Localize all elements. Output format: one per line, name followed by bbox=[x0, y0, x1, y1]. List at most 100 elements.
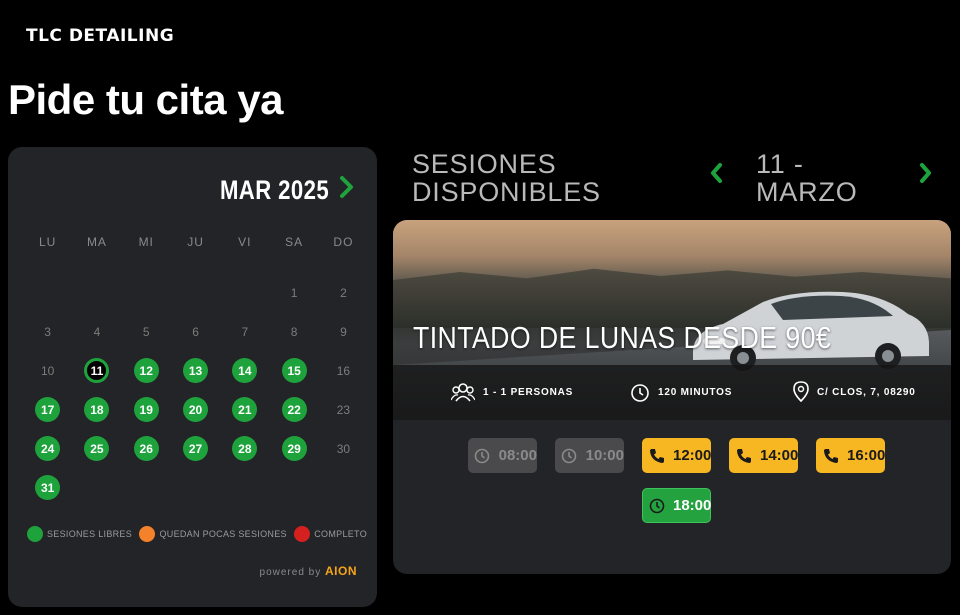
calendar-day[interactable]: 20 bbox=[171, 390, 220, 429]
time-slot-button[interactable]: 18:00 bbox=[642, 488, 711, 523]
calendar-day[interactable]: 15 bbox=[269, 351, 318, 390]
chevron-left-icon[interactable] bbox=[710, 162, 724, 190]
weekday-label: LU bbox=[38, 235, 57, 249]
clock-icon bbox=[649, 497, 665, 515]
calendar-day-number[interactable]: 22 bbox=[281, 397, 307, 422]
calendar-days-grid: 1 2 3 4 5 6 7 8 9 10 11 12 13 14 15 16 17 18 19 20 21 22 23 24 2… bbox=[23, 273, 368, 507]
calendar-day-number: 30 bbox=[336, 441, 351, 456]
calendar-day[interactable]: 24 bbox=[23, 429, 72, 468]
sessions-title: SESIONES DISPONIBLES bbox=[412, 149, 601, 207]
calendar-day-number[interactable]: 15 bbox=[281, 358, 307, 383]
calendar-empty-cell bbox=[220, 273, 269, 312]
calendar-day-number[interactable]: 26 bbox=[133, 436, 159, 461]
calendar-day[interactable]: 14 bbox=[220, 351, 269, 390]
calendar-day-number[interactable]: 28 bbox=[232, 436, 258, 461]
calendar-day[interactable]: 27 bbox=[171, 429, 220, 468]
calendar-day-number[interactable]: 19 bbox=[133, 397, 159, 422]
calendar-day: 30 bbox=[319, 429, 368, 468]
legend-dot-icon bbox=[139, 526, 156, 542]
clock-icon bbox=[474, 447, 491, 465]
calendar-day-selected[interactable]: 11 bbox=[72, 351, 121, 390]
time-slot-label: 10:00 bbox=[585, 447, 624, 464]
calendar-day[interactable]: 21 bbox=[220, 390, 269, 429]
powered-by[interactable]: powered by AION bbox=[260, 564, 357, 578]
time-slot-label: 14:00 bbox=[760, 447, 799, 464]
calendar-day[interactable]: 28 bbox=[220, 429, 269, 468]
service-info-row: 1 - 1 PERSONAS 120 MINUTOS C/ CLOS, 7, 0… bbox=[393, 377, 951, 407]
calendar-day-number[interactable]: 24 bbox=[35, 436, 61, 461]
calendar-day: 23 bbox=[319, 390, 368, 429]
calendar-day: 6 bbox=[171, 312, 220, 351]
legend-item: SESIONES LIBRES bbox=[27, 526, 132, 542]
time-slot-button[interactable]: 12:00 bbox=[642, 438, 711, 473]
legend-item: QUEDAN POCAS SESIONES bbox=[139, 526, 287, 542]
calendar-day[interactable]: 26 bbox=[122, 429, 171, 468]
calendar-empty-cell bbox=[171, 273, 220, 312]
calendar-day-number[interactable]: 25 bbox=[84, 436, 110, 461]
legend-item: COMPLETO bbox=[294, 526, 367, 542]
calendar-month-label: MAR 2025 bbox=[219, 175, 329, 205]
calendar-day[interactable]: 31 bbox=[23, 468, 72, 507]
calendar-day[interactable]: 12 bbox=[122, 351, 171, 390]
time-slot-label: 12:00 bbox=[673, 447, 712, 464]
calendar-day: 8 bbox=[269, 312, 318, 351]
duration-info: 120 MINUTOS bbox=[630, 382, 732, 402]
legend-dot-icon bbox=[294, 526, 311, 542]
calendar-day-number[interactable]: 11 bbox=[84, 358, 110, 383]
calendar-day-number[interactable]: 29 bbox=[281, 436, 307, 461]
stopwatch-icon bbox=[631, 384, 649, 402]
calendar-day: 9 bbox=[319, 312, 368, 351]
calendar-day-number[interactable]: 18 bbox=[84, 397, 110, 422]
calendar-day-number: 7 bbox=[241, 324, 249, 339]
calendar-day-number[interactable]: 20 bbox=[183, 397, 209, 422]
calendar-day-number: 6 bbox=[192, 324, 199, 339]
calendar-day-number[interactable]: 14 bbox=[232, 358, 258, 383]
calendar-day-number: 1 bbox=[290, 285, 298, 300]
calendar-day-number[interactable]: 12 bbox=[133, 358, 159, 383]
calendar-day-number[interactable]: 13 bbox=[183, 358, 209, 383]
weekday-label: SA bbox=[285, 235, 304, 249]
calendar-day[interactable]: 13 bbox=[171, 351, 220, 390]
calendar-day[interactable]: 17 bbox=[23, 390, 72, 429]
map-pin-icon bbox=[793, 381, 809, 403]
time-slot-button[interactable]: 16:00 bbox=[816, 438, 885, 473]
phone-icon bbox=[736, 447, 752, 465]
calendar-day: 5 bbox=[122, 312, 171, 351]
weekday-header: LU MA MI JU VI SA DO bbox=[23, 235, 368, 249]
powered-brand: AION bbox=[325, 564, 357, 578]
calendar-day-number: 3 bbox=[44, 324, 51, 339]
time-slot-button[interactable]: 14:00 bbox=[729, 438, 798, 473]
phone-icon bbox=[823, 447, 839, 465]
calendar-day-number[interactable]: 31 bbox=[35, 475, 61, 500]
calendar-empty-cell bbox=[122, 273, 171, 312]
calendar-day-number: 5 bbox=[142, 324, 150, 339]
legend-label: QUEDAN POCAS SESIONES bbox=[159, 529, 287, 539]
calendar-day[interactable]: 29 bbox=[269, 429, 318, 468]
people-icon bbox=[451, 383, 475, 402]
weekday-label: MA bbox=[86, 235, 107, 249]
calendar-day[interactable]: 19 bbox=[122, 390, 171, 429]
duration-text: 120 MINUTOS bbox=[658, 386, 733, 398]
legend-label: COMPLETO bbox=[314, 529, 367, 539]
calendar-day-number[interactable]: 17 bbox=[35, 397, 61, 422]
chevron-right-icon[interactable] bbox=[339, 175, 355, 206]
clock-icon bbox=[561, 447, 578, 465]
weekday-label: MI bbox=[138, 235, 154, 249]
time-slot-label: 18:00 bbox=[673, 497, 712, 514]
powered-by-text: powered by bbox=[259, 567, 322, 578]
calendar-day-number[interactable]: 21 bbox=[232, 397, 258, 422]
calendar-day-number: 23 bbox=[336, 402, 351, 417]
calendar-day-number: 10 bbox=[40, 363, 55, 378]
brand-logo[interactable]: TLC DETAILING bbox=[26, 26, 174, 46]
calendar-day[interactable]: 25 bbox=[72, 429, 121, 468]
calendar-day[interactable]: 18 bbox=[72, 390, 121, 429]
chevron-right-icon[interactable] bbox=[918, 162, 932, 190]
calendar-day-number[interactable]: 27 bbox=[183, 436, 209, 461]
address-info: C/ CLOS, 7, 08290 bbox=[793, 381, 916, 403]
weekday-label: DO bbox=[333, 235, 354, 249]
time-slot-label: 16:00 bbox=[847, 447, 886, 464]
calendar-day: 1 bbox=[269, 273, 318, 312]
selected-date-label: 11 - MARZO bbox=[756, 149, 858, 207]
calendar-day[interactable]: 22 bbox=[269, 390, 318, 429]
calendar-card: MAR 2025 LU MA MI JU VI SA DO 1 2 3 4 5 6 7 8 9 10 11 12 1… bbox=[8, 147, 377, 607]
